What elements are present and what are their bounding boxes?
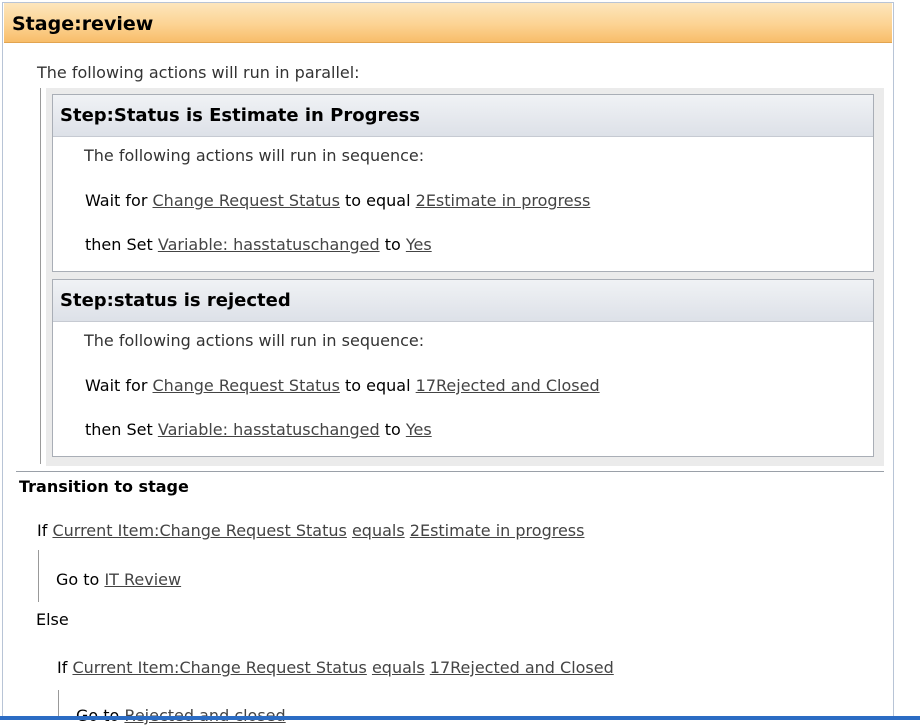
stage-header[interactable]: Stage:review <box>4 3 892 43</box>
stage-prefix: Stage: <box>12 13 82 35</box>
wait-field-link[interactable]: Change Request Status <box>153 376 340 395</box>
set-variable-link[interactable]: Variable: hasstatuschanged <box>158 420 380 439</box>
condition-field-link[interactable]: Current Item:Change Request Status <box>52 521 346 540</box>
transition-title: Transition to stage <box>19 477 189 496</box>
set-action: then Set Variable: hasstatuschanged to Y… <box>85 420 432 439</box>
condition-value-link[interactable]: 17Rejected and Closed <box>430 658 614 677</box>
if-keyword: If <box>57 658 68 677</box>
if-branch-bar <box>58 690 59 716</box>
condition-operator-link[interactable]: equals <box>352 521 405 540</box>
wait-operator: to equal <box>345 376 411 395</box>
wait-action: Wait for Change Request Status to equal … <box>85 376 600 395</box>
wait-field-link[interactable]: Change Request Status <box>153 191 340 210</box>
step-header[interactable]: Step:status is rejected <box>53 280 873 322</box>
set-to-keyword: to <box>384 420 401 439</box>
wait-keyword: Wait for <box>85 191 148 210</box>
set-keyword: then Set <box>85 235 153 254</box>
set-action: then Set Variable: hasstatuschanged to Y… <box>85 235 432 254</box>
step-block[interactable]: Step:status is rejected The following ac… <box>52 279 874 457</box>
sequence-label: The following actions will run in sequen… <box>84 331 425 350</box>
parallel-block-label: The following actions will run in parall… <box>37 63 360 82</box>
parallel-block-bar <box>40 88 41 464</box>
set-value-link[interactable]: Yes <box>406 235 432 254</box>
step-block[interactable]: Step:Status is Estimate in Progress The … <box>52 94 874 272</box>
right-gutter <box>896 0 920 716</box>
if-condition: If Current Item:Change Request Status eq… <box>57 658 614 677</box>
condition-value-link[interactable]: 2Estimate in progress <box>410 521 585 540</box>
step-prefix: Step: <box>60 105 114 126</box>
step-name: status is rejected <box>113 290 291 311</box>
sequence-label: The following actions will run in sequen… <box>84 146 425 165</box>
if-keyword: If <box>37 521 48 540</box>
condition-field-link[interactable]: Current Item:Change Request Status <box>72 658 366 677</box>
step-prefix: Step: <box>60 290 114 311</box>
set-value-link[interactable]: Yes <box>406 420 432 439</box>
set-variable-link[interactable]: Variable: hasstatuschanged <box>158 235 380 254</box>
goto-keyword: Go to <box>56 570 100 589</box>
wait-value-link[interactable]: 2Estimate in progress <box>416 191 591 210</box>
goto-stage-link[interactable]: IT Review <box>104 570 181 589</box>
stage-name: review <box>81 13 154 35</box>
wait-value-link[interactable]: 17Rejected and Closed <box>416 376 600 395</box>
condition-operator-link[interactable]: equals <box>372 658 425 677</box>
if-branch-bar <box>38 550 39 602</box>
wait-operator: to equal <box>345 191 411 210</box>
step-header[interactable]: Step:Status is Estimate in Progress <box>53 95 873 137</box>
stage-title: Stage:review <box>12 13 153 35</box>
set-keyword: then Set <box>85 420 153 439</box>
wait-action: Wait for Change Request Status to equal … <box>85 191 590 210</box>
set-to-keyword: to <box>384 235 401 254</box>
else-keyword: Else <box>36 610 69 629</box>
step-name: Status is Estimate in Progress <box>113 105 420 126</box>
if-condition: If Current Item:Change Request Status eq… <box>37 521 584 540</box>
window-bottom-border <box>0 716 920 720</box>
goto-action: Go to IT Review <box>56 570 181 589</box>
wait-keyword: Wait for <box>85 376 148 395</box>
transition-divider <box>16 471 884 472</box>
